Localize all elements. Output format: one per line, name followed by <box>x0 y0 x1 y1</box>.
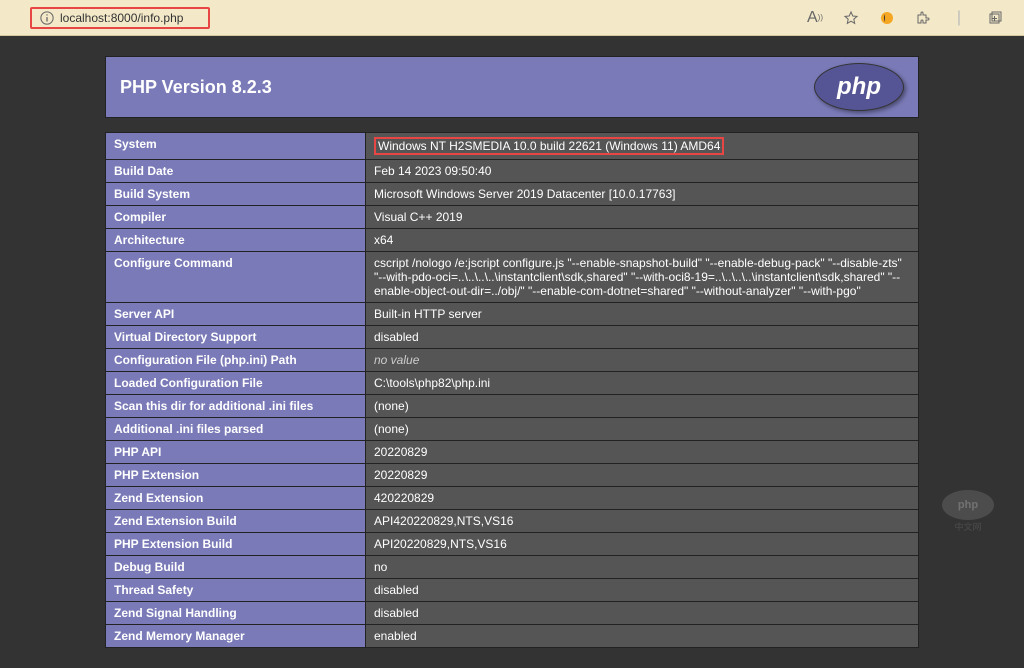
row-label: Additional .ini files parsed <box>106 418 366 441</box>
php-info-table: SystemWindows NT H2SMEDIA 10.0 build 226… <box>105 132 919 648</box>
row-value: 20220829 <box>366 441 919 464</box>
row-label: Virtual Directory Support <box>106 326 366 349</box>
row-value: (none) <box>366 418 919 441</box>
row-label: PHP API <box>106 441 366 464</box>
row-value: disabled <box>366 579 919 602</box>
row-label: Build System <box>106 183 366 206</box>
divider: | <box>950 9 968 27</box>
row-value: 420220829 <box>366 487 919 510</box>
row-value: (none) <box>366 395 919 418</box>
row-value: Windows NT H2SMEDIA 10.0 build 22621 (Wi… <box>366 133 919 160</box>
row-label: Thread Safety <box>106 579 366 602</box>
collections-icon[interactable] <box>986 9 1004 27</box>
row-label: Scan this dir for additional .ini files <box>106 395 366 418</box>
browser-address-bar: localhost:8000/info.php A)) | <box>0 0 1024 36</box>
row-value: Visual C++ 2019 <box>366 206 919 229</box>
row-value: disabled <box>366 602 919 625</box>
row-value: no value <box>366 349 919 372</box>
row-label: Build Date <box>106 160 366 183</box>
table-row: Loaded Configuration FileC:\tools\php82\… <box>106 372 919 395</box>
watermark-logo: php <box>942 490 994 520</box>
page-content: PHP Version 8.2.3 php SystemWindows NT H… <box>0 36 1024 668</box>
php-logo: php <box>814 63 904 111</box>
row-label: Zend Signal Handling <box>106 602 366 625</box>
watermark-text: 中文网 <box>942 520 994 533</box>
table-row: Thread Safetydisabled <box>106 579 919 602</box>
row-label: Loaded Configuration File <box>106 372 366 395</box>
table-row: Additional .ini files parsed(none) <box>106 418 919 441</box>
row-label: Zend Extension Build <box>106 510 366 533</box>
watermark: php 中文网 <box>942 490 994 533</box>
table-row: Scan this dir for additional .ini files(… <box>106 395 919 418</box>
row-value: cscript /nologo /e:jscript configure.js … <box>366 252 919 303</box>
row-label: Configuration File (php.ini) Path <box>106 349 366 372</box>
row-value: API420220829,NTS,VS16 <box>366 510 919 533</box>
table-row: CompilerVisual C++ 2019 <box>106 206 919 229</box>
row-value: Built-in HTTP server <box>366 303 919 326</box>
row-label: System <box>106 133 366 160</box>
row-value: Microsoft Windows Server 2019 Datacenter… <box>366 183 919 206</box>
table-row: PHP API20220829 <box>106 441 919 464</box>
php-version-title: PHP Version 8.2.3 <box>120 77 272 98</box>
read-aloud-icon[interactable]: A)) <box>806 9 824 27</box>
row-label: Architecture <box>106 229 366 252</box>
table-row: SystemWindows NT H2SMEDIA 10.0 build 226… <box>106 133 919 160</box>
row-value: C:\tools\php82\php.ini <box>366 372 919 395</box>
row-label: Compiler <box>106 206 366 229</box>
table-row: Server APIBuilt-in HTTP server <box>106 303 919 326</box>
row-value: disabled <box>366 326 919 349</box>
row-label: Server API <box>106 303 366 326</box>
row-value: no <box>366 556 919 579</box>
table-row: Build SystemMicrosoft Windows Server 201… <box>106 183 919 206</box>
row-label: PHP Extension <box>106 464 366 487</box>
url-input-area[interactable]: localhost:8000/info.php <box>30 7 210 29</box>
row-label: Configure Command <box>106 252 366 303</box>
row-label: PHP Extension Build <box>106 533 366 556</box>
table-row: Debug Buildno <box>106 556 919 579</box>
url-text: localhost:8000/info.php <box>60 11 183 25</box>
row-value: 20220829 <box>366 464 919 487</box>
table-row: Configure Commandcscript /nologo /e:jscr… <box>106 252 919 303</box>
favorite-icon[interactable] <box>842 9 860 27</box>
row-label: Debug Build <box>106 556 366 579</box>
table-row: PHP Extension20220829 <box>106 464 919 487</box>
extensions-icon[interactable] <box>914 9 932 27</box>
table-row: Virtual Directory Supportdisabled <box>106 326 919 349</box>
table-row: Zend Memory Managerenabled <box>106 625 919 648</box>
php-info-header: PHP Version 8.2.3 php <box>105 56 919 118</box>
table-row: PHP Extension BuildAPI20220829,NTS,VS16 <box>106 533 919 556</box>
table-row: Zend Extension BuildAPI420220829,NTS,VS1… <box>106 510 919 533</box>
table-row: Architecturex64 <box>106 229 919 252</box>
table-row: Zend Signal Handlingdisabled <box>106 602 919 625</box>
row-value: Feb 14 2023 09:50:40 <box>366 160 919 183</box>
info-icon <box>40 11 54 25</box>
table-row: Build DateFeb 14 2023 09:50:40 <box>106 160 919 183</box>
browser-toolbar-icons: A)) | <box>806 9 1014 27</box>
circle-icon[interactable] <box>878 9 896 27</box>
row-value: x64 <box>366 229 919 252</box>
row-value: enabled <box>366 625 919 648</box>
table-row: Zend Extension420220829 <box>106 487 919 510</box>
row-value: API20220829,NTS,VS16 <box>366 533 919 556</box>
row-label: Zend Memory Manager <box>106 625 366 648</box>
row-label: Zend Extension <box>106 487 366 510</box>
table-row: Configuration File (php.ini) Pathno valu… <box>106 349 919 372</box>
